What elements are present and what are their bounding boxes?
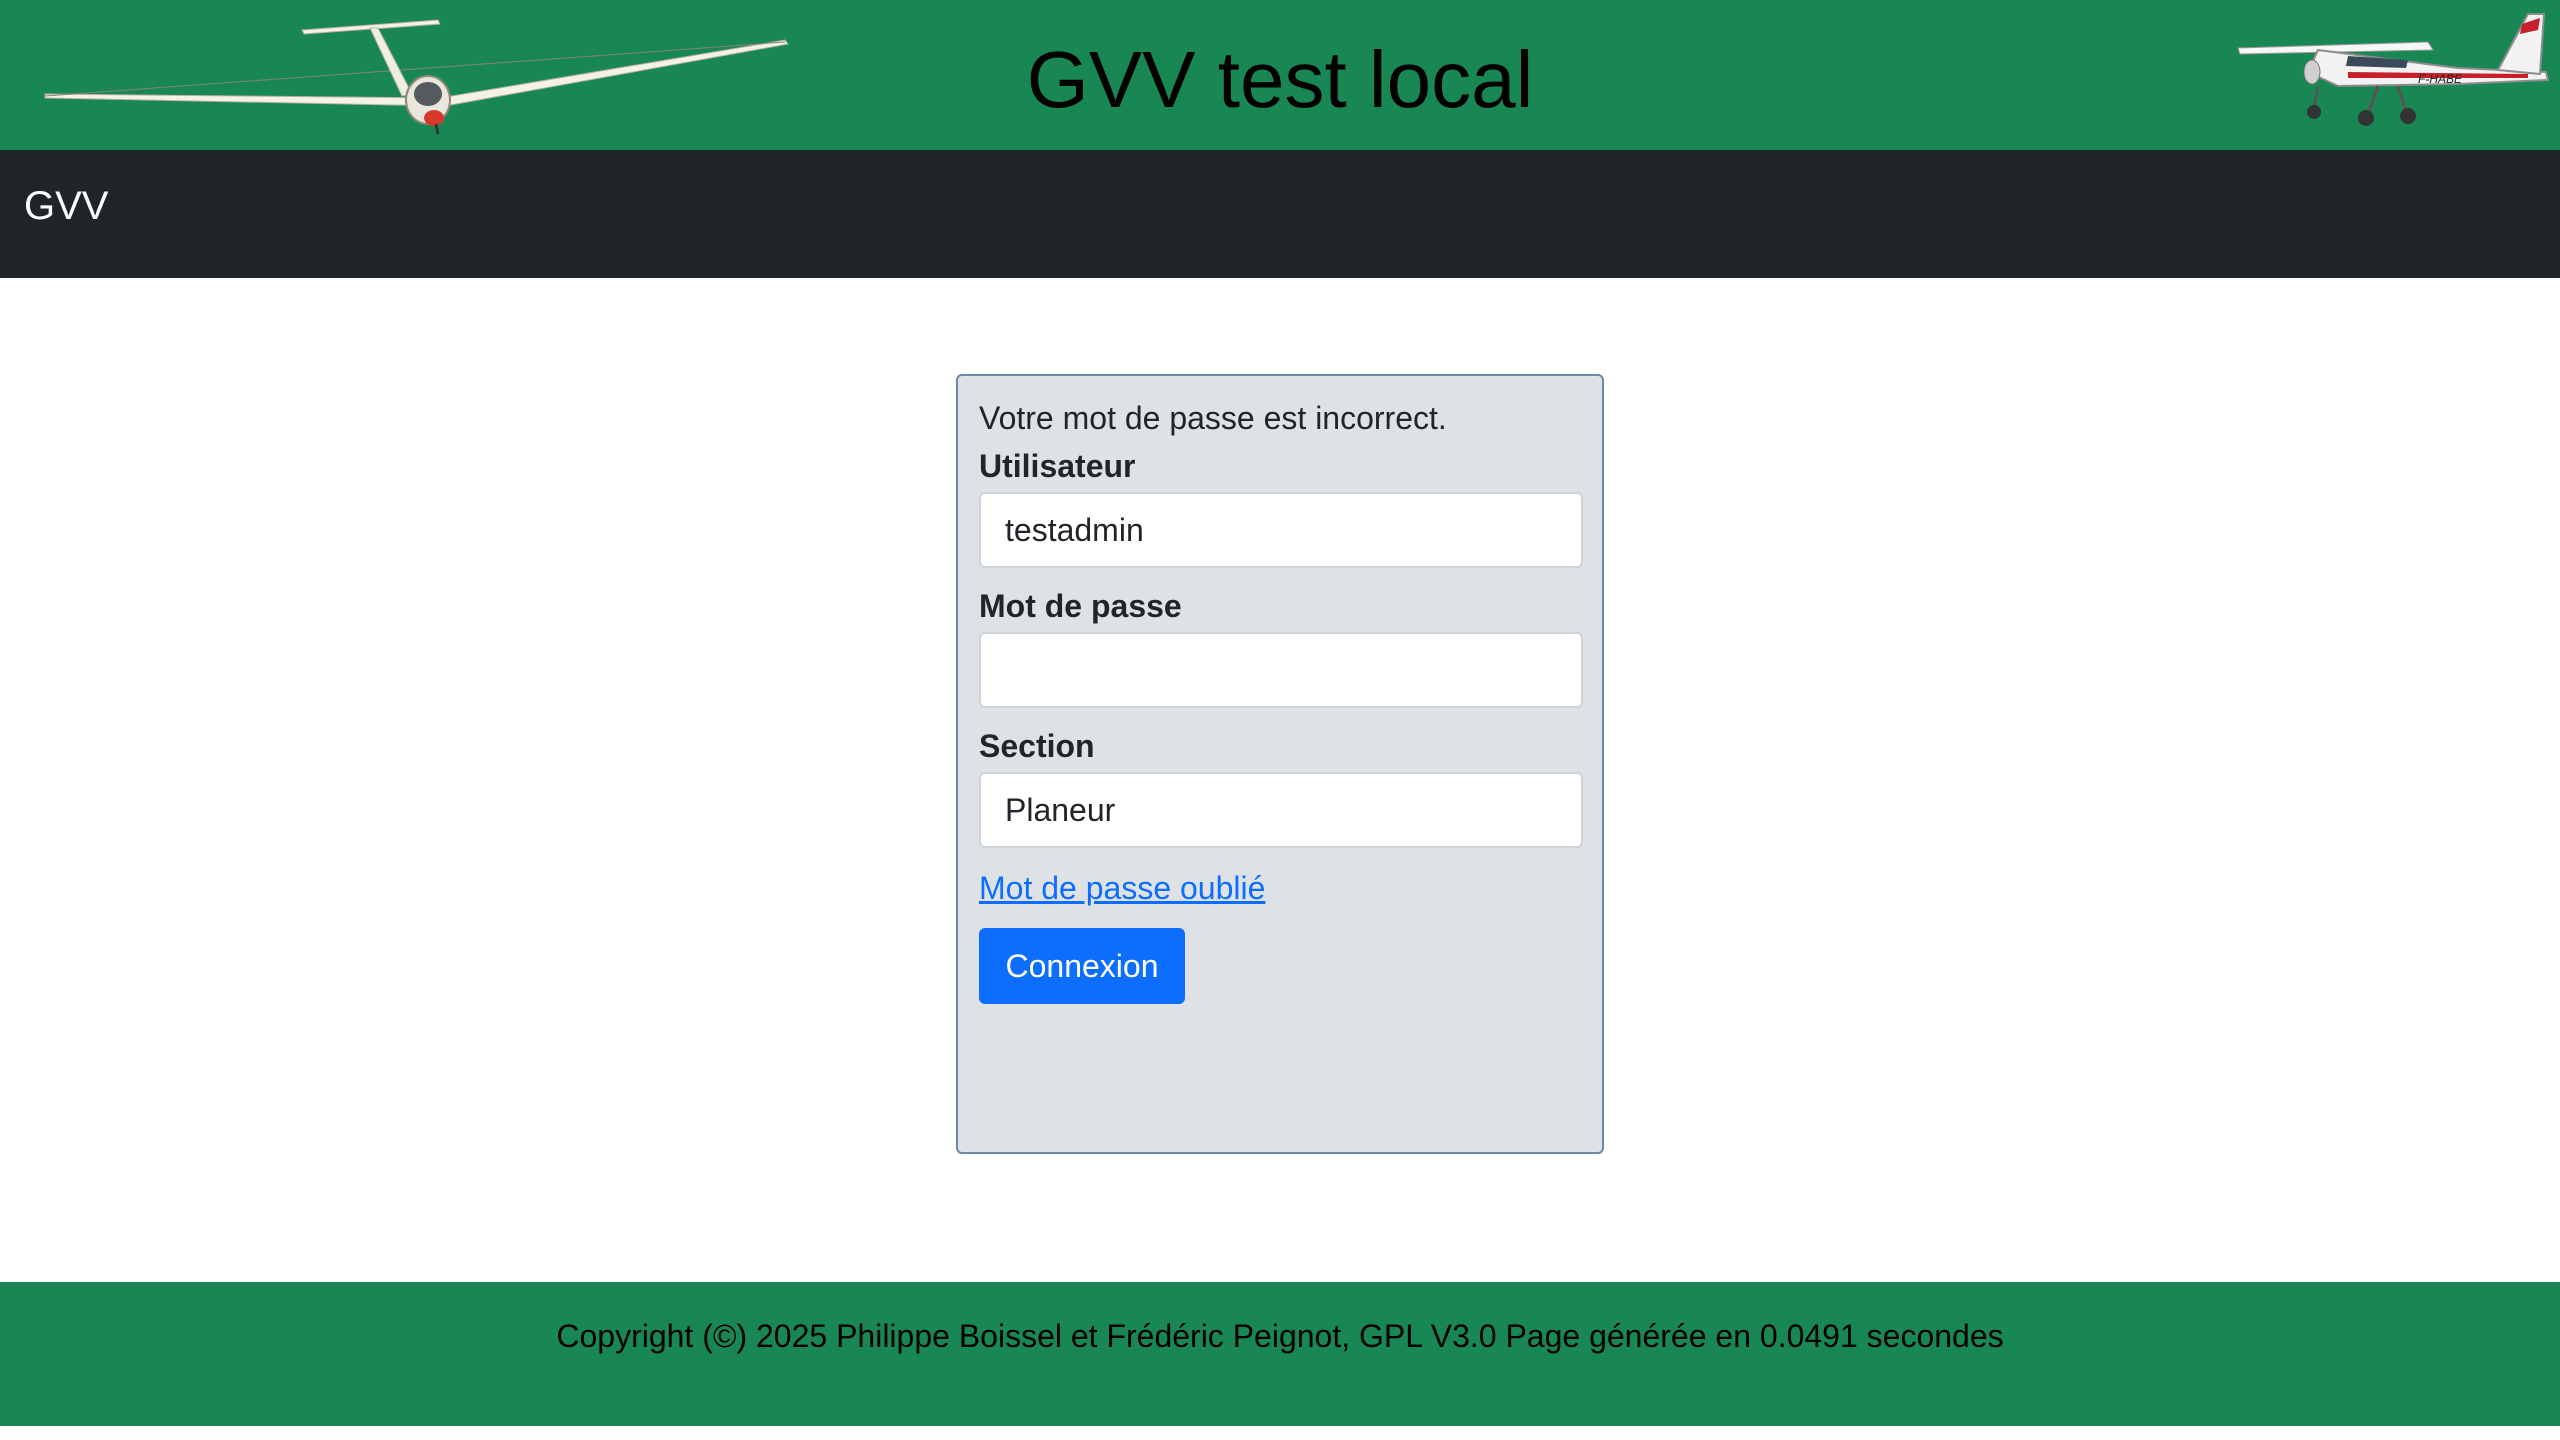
site-title: GVV test local (1026, 35, 1534, 124)
section-input[interactable] (979, 772, 1583, 848)
forgot-password-link[interactable]: Mot de passe oublié (979, 868, 1265, 908)
top-navbar: GVV (0, 150, 2560, 278)
navbar-brand-link[interactable]: GVV (24, 180, 108, 232)
footer-copyright: Copyright (©) 2025 Philippe Boissel et F… (556, 1318, 2004, 1354)
site-banner: GVV test local F-HABE (0, 0, 2560, 150)
login-submit-button[interactable]: Connexion (979, 928, 1185, 1004)
svg-text:F-HABE: F-HABE (2418, 72, 2463, 86)
username-label: Utilisateur (979, 448, 1136, 484)
site-footer: Copyright (©) 2025 Philippe Boissel et F… (0, 1282, 2560, 1426)
username-input[interactable] (979, 492, 1583, 568)
login-form: Votre mot de passe est incorrect. Utilis… (956, 374, 1604, 1154)
section-label: Section (979, 728, 1095, 764)
login-error-message: Votre mot de passe est incorrect. (979, 400, 1447, 436)
password-label: Mot de passe (979, 588, 1182, 624)
cessna-plane-image: F-HABE (2237, 13, 2550, 126)
password-input[interactable] (979, 632, 1583, 708)
